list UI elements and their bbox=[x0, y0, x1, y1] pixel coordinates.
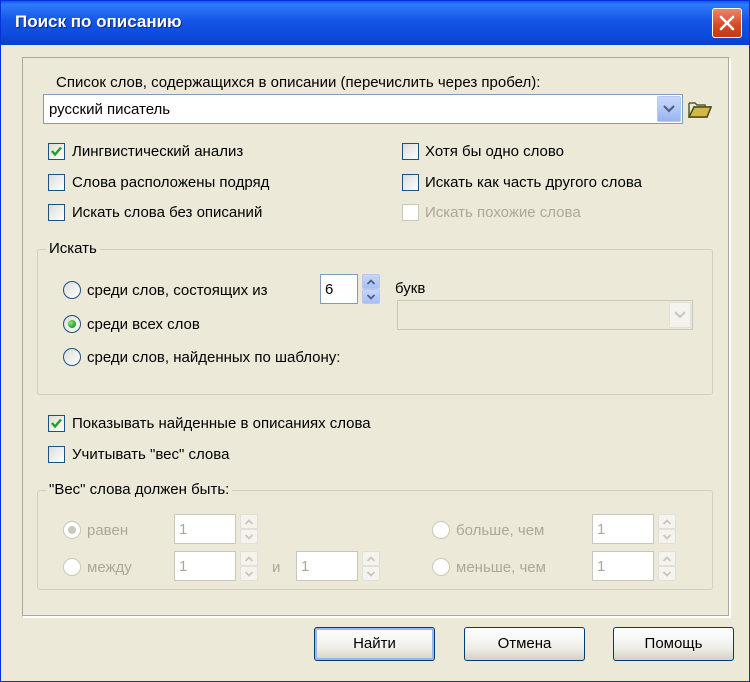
without-desc-checkbox[interactable] bbox=[48, 204, 65, 221]
weight-to-value: 1 bbox=[301, 558, 310, 575]
chevron-up-icon bbox=[662, 518, 672, 525]
chevron-down-icon bbox=[662, 570, 672, 577]
show-found-checkbox[interactable] bbox=[48, 415, 65, 432]
radio-weight-between bbox=[63, 558, 81, 576]
weight-less-label: меньше, чем bbox=[456, 559, 546, 576]
chevron-down-icon bbox=[244, 570, 254, 577]
weight-greater-value: 1 bbox=[597, 521, 606, 538]
check-icon bbox=[51, 418, 62, 429]
spin-up-button bbox=[658, 514, 676, 529]
at-least-one-label: Хотя бы одно слово bbox=[425, 143, 565, 160]
spin-up-button bbox=[658, 551, 676, 566]
folder-open-icon bbox=[687, 102, 713, 118]
weight-to-input: 1 bbox=[296, 551, 358, 581]
length-input[interactable]: 6 bbox=[320, 274, 358, 304]
length-spinner[interactable] bbox=[362, 274, 380, 304]
length-value: 6 bbox=[325, 281, 334, 298]
template-select bbox=[397, 300, 693, 330]
cancel-button[interactable]: Отмена bbox=[464, 627, 585, 661]
weight-greater-label: больше, чем bbox=[456, 522, 545, 539]
spin-down-button bbox=[658, 566, 676, 581]
consecutive-label: Слова расположены подряд bbox=[72, 174, 270, 191]
weight-equal-input: 1 bbox=[174, 514, 236, 544]
consecutive-checkbox[interactable] bbox=[48, 174, 65, 191]
weight-from-value: 1 bbox=[179, 558, 188, 575]
template-dropdown-button bbox=[669, 302, 691, 328]
spin-down-button bbox=[240, 529, 258, 544]
chevron-down-icon bbox=[366, 570, 376, 577]
radio-all-words[interactable] bbox=[63, 315, 81, 333]
spin-down-button bbox=[240, 566, 258, 581]
spin-up-button bbox=[240, 514, 258, 529]
radio-all-words-label: среди всех слов bbox=[87, 316, 200, 333]
radio-weight-less bbox=[432, 558, 450, 576]
weight-between-label: между bbox=[87, 559, 132, 576]
weight-equal-spinner bbox=[240, 514, 258, 544]
chevron-up-icon bbox=[244, 518, 254, 525]
chevron-down-icon bbox=[366, 293, 376, 300]
spin-up-button[interactable] bbox=[362, 274, 380, 289]
linguistic-label: Лингвистический анализ bbox=[72, 143, 244, 160]
dialog-window: Поиск по описанию Список слов, содержащи… bbox=[0, 0, 750, 682]
weight-to-spinner bbox=[362, 551, 380, 581]
chevron-up-icon bbox=[366, 278, 376, 285]
chevron-down-icon bbox=[662, 533, 672, 540]
weight-from-input: 1 bbox=[174, 551, 236, 581]
spin-down-button[interactable] bbox=[362, 289, 380, 304]
words-value: русский писатель bbox=[49, 101, 171, 118]
open-file-button[interactable] bbox=[687, 98, 713, 120]
weight-from-spinner bbox=[240, 551, 258, 581]
weight-equal-label: равен bbox=[87, 522, 129, 539]
words-dropdown-button[interactable] bbox=[657, 96, 681, 122]
use-weight-label: Учитывать "вес" слова bbox=[72, 446, 230, 463]
at-least-one-checkbox[interactable] bbox=[402, 143, 419, 160]
words-label: Список слов, содержащихся в описании (пе… bbox=[56, 74, 541, 91]
find-button[interactable]: Найти bbox=[314, 627, 435, 661]
search-group-title: Искать bbox=[46, 240, 100, 257]
dialog-client: Список слов, содержащихся в описании (пе… bbox=[4, 45, 746, 680]
chevron-down-icon bbox=[244, 533, 254, 540]
chevron-up-icon bbox=[662, 555, 672, 562]
weight-equal-value: 1 bbox=[179, 521, 188, 538]
letters-label: букв bbox=[395, 280, 426, 297]
chevron-down-icon bbox=[674, 311, 686, 319]
chevron-up-icon bbox=[244, 555, 254, 562]
help-button[interactable]: Помощь bbox=[613, 627, 734, 661]
similar-words-label: Искать похожие слова bbox=[425, 204, 581, 221]
radio-weight-equal bbox=[63, 521, 81, 539]
spin-down-button bbox=[658, 529, 676, 544]
check-icon bbox=[51, 146, 62, 157]
radio-by-template-label: среди слов, найденных по шаблону: bbox=[87, 349, 341, 366]
spin-down-button bbox=[362, 566, 380, 581]
show-found-label: Показывать найденные в описаниях слова bbox=[72, 415, 371, 432]
radio-by-length-label: среди слов, состоящих из bbox=[87, 282, 268, 299]
part-of-word-checkbox[interactable] bbox=[402, 174, 419, 191]
part-of-word-label: Искать как часть другого слова bbox=[425, 174, 642, 191]
words-combobox[interactable]: русский писатель bbox=[43, 94, 683, 124]
use-weight-checkbox[interactable] bbox=[48, 446, 65, 463]
spin-up-button bbox=[362, 551, 380, 566]
weight-and-label: и bbox=[272, 559, 281, 576]
linguistic-checkbox[interactable] bbox=[48, 143, 65, 160]
chevron-down-icon bbox=[663, 105, 675, 113]
weight-group-title: "Вес" слова должен быть: bbox=[46, 481, 233, 498]
radio-weight-greater bbox=[432, 521, 450, 539]
title-bar[interactable]: Поиск по описанию bbox=[1, 1, 749, 45]
spin-up-button bbox=[240, 551, 258, 566]
weight-less-input: 1 bbox=[592, 551, 654, 581]
close-icon bbox=[719, 15, 735, 31]
weight-less-value: 1 bbox=[597, 558, 606, 575]
weight-greater-spinner bbox=[658, 514, 676, 544]
close-button[interactable] bbox=[712, 8, 742, 38]
similar-words-checkbox bbox=[402, 204, 419, 221]
chevron-up-icon bbox=[366, 555, 376, 562]
weight-less-spinner bbox=[658, 551, 676, 581]
without-desc-label: Искать слова без описаний bbox=[72, 204, 263, 221]
window-title: Поиск по описанию bbox=[15, 12, 182, 31]
radio-by-template[interactable] bbox=[63, 348, 81, 366]
weight-greater-input: 1 bbox=[592, 514, 654, 544]
radio-by-length[interactable] bbox=[63, 281, 81, 299]
